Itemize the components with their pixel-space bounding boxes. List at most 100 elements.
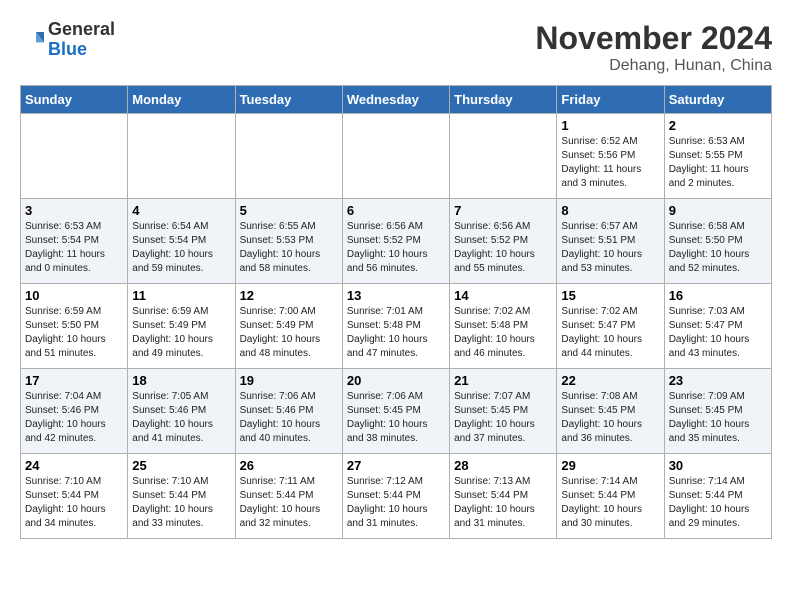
day-info: Sunrise: 7:08 AM Sunset: 5:45 PM Dayligh… xyxy=(561,390,659,446)
day-number: 17 xyxy=(25,373,123,388)
day-of-week-header: Saturday xyxy=(664,86,771,114)
calendar-cell: 4 Sunrise: 6:54 AM Sunset: 5:54 PM Daylig… xyxy=(128,199,235,284)
day-info: Sunrise: 7:13 AM Sunset: 5:44 PM Dayligh… xyxy=(454,475,552,531)
day-info: Sunrise: 7:02 AM Sunset: 5:47 PM Dayligh… xyxy=(561,305,659,361)
calendar-cell: 27Sunrise: 7:12 AM Sunset: 5:44 PM Dayli… xyxy=(342,454,449,539)
day-info: Sunrise: 7:06 AM Sunset: 5:46 PM Dayligh… xyxy=(240,390,338,446)
day-info: Sunrise: 7:10 AM Sunset: 5:44 PM Dayligh… xyxy=(132,475,230,531)
day-of-week-header: Sunday xyxy=(21,86,128,114)
calendar-cell xyxy=(21,114,128,199)
calendar-cell: 14 Sunrise: 7:02 AM Sunset: 5:48 PM Dayli… xyxy=(450,284,557,369)
day-info: Sunrise: 7:01 AM Sunset: 5:48 PM Dayligh… xyxy=(347,305,445,361)
day-info: Sunrise: 6:57 AM Sunset: 5:51 PM Dayligh… xyxy=(561,220,659,276)
day-number: 4 xyxy=(132,203,230,218)
day-number: 3 xyxy=(25,203,123,218)
day-number: 24 xyxy=(25,458,123,473)
day-number: 25 xyxy=(132,458,230,473)
calendar-cell xyxy=(235,114,342,199)
day-number: 22 xyxy=(561,373,659,388)
day-info: Sunrise: 7:10 AM Sunset: 5:44 PM Dayligh… xyxy=(25,475,123,531)
day-of-week-header: Wednesday xyxy=(342,86,449,114)
calendar-cell: 19 Sunrise: 7:06 AM Sunset: 5:46 PM Dayli… xyxy=(235,369,342,454)
day-number: 14 xyxy=(454,288,552,303)
calendar-cell: 23 Sunrise: 7:09 AM Sunset: 5:45 PM Dayli… xyxy=(664,369,771,454)
day-info: Sunrise: 6:58 AM Sunset: 5:50 PM Dayligh… xyxy=(669,220,767,276)
calendar-cell xyxy=(128,114,235,199)
calendar-cell: 1 Sunrise: 6:52 AM Sunset: 5:56 PM Daylig… xyxy=(557,114,664,199)
calendar-cell: 18Sunrise: 7:05 AM Sunset: 5:46 PM Dayli… xyxy=(128,369,235,454)
calendar-week-row: 1 Sunrise: 6:52 AM Sunset: 5:56 PM Daylig… xyxy=(21,114,772,199)
day-info: Sunrise: 7:06 AM Sunset: 5:45 PM Dayligh… xyxy=(347,390,445,446)
day-number: 13 xyxy=(347,288,445,303)
calendar-cell: 16Sunrise: 7:03 AM Sunset: 5:47 PM Dayli… xyxy=(664,284,771,369)
month-title: November 2024 xyxy=(535,20,772,57)
calendar-cell: 11Sunrise: 6:59 AM Sunset: 5:49 PM Dayli… xyxy=(128,284,235,369)
day-number: 26 xyxy=(240,458,338,473)
calendar-cell: 13 Sunrise: 7:01 AM Sunset: 5:48 PM Dayli… xyxy=(342,284,449,369)
calendar-cell: 24 Sunrise: 7:10 AM Sunset: 5:44 PM Dayli… xyxy=(21,454,128,539)
day-number: 5 xyxy=(240,203,338,218)
day-number: 20 xyxy=(347,373,445,388)
day-number: 19 xyxy=(240,373,338,388)
day-info: Sunrise: 7:14 AM Sunset: 5:44 PM Dayligh… xyxy=(561,475,659,531)
calendar-cell: 17 Sunrise: 7:04 AM Sunset: 5:46 PM Dayli… xyxy=(21,369,128,454)
calendar-cell: 28 Sunrise: 7:13 AM Sunset: 5:44 PM Dayli… xyxy=(450,454,557,539)
day-number: 9 xyxy=(669,203,767,218)
day-info: Sunrise: 6:52 AM Sunset: 5:56 PM Dayligh… xyxy=(561,135,659,191)
calendar-cell: 9 Sunrise: 6:58 AM Sunset: 5:50 PM Daylig… xyxy=(664,199,771,284)
logo-text: General Blue xyxy=(48,20,115,60)
day-info: Sunrise: 6:56 AM Sunset: 5:52 PM Dayligh… xyxy=(454,220,552,276)
calendar-cell: 2 Sunrise: 6:53 AM Sunset: 5:55 PM Daylig… xyxy=(664,114,771,199)
title-block: November 2024 Dehang, Hunan, China xyxy=(535,20,772,75)
day-number: 28 xyxy=(454,458,552,473)
day-number: 30 xyxy=(669,458,767,473)
logo: General Blue xyxy=(20,20,115,60)
day-number: 12 xyxy=(240,288,338,303)
day-info: Sunrise: 7:11 AM Sunset: 5:44 PM Dayligh… xyxy=(240,475,338,531)
day-of-week-header: Tuesday xyxy=(235,86,342,114)
day-info: Sunrise: 7:04 AM Sunset: 5:46 PM Dayligh… xyxy=(25,390,123,446)
calendar-week-row: 3 Sunrise: 6:53 AM Sunset: 5:54 PM Daylig… xyxy=(21,199,772,284)
day-info: Sunrise: 7:14 AM Sunset: 5:44 PM Dayligh… xyxy=(669,475,767,531)
calendar-cell: 21Sunrise: 7:07 AM Sunset: 5:45 PM Dayli… xyxy=(450,369,557,454)
calendar-table: SundayMondayTuesdayWednesdayThursdayFrid… xyxy=(20,85,772,539)
calendar-cell: 8Sunrise: 6:57 AM Sunset: 5:51 PM Daylig… xyxy=(557,199,664,284)
day-info: Sunrise: 7:09 AM Sunset: 5:45 PM Dayligh… xyxy=(669,390,767,446)
calendar-cell: 10Sunrise: 6:59 AM Sunset: 5:50 PM Dayli… xyxy=(21,284,128,369)
day-info: Sunrise: 7:12 AM Sunset: 5:44 PM Dayligh… xyxy=(347,475,445,531)
day-info: Sunrise: 6:55 AM Sunset: 5:53 PM Dayligh… xyxy=(240,220,338,276)
day-info: Sunrise: 6:59 AM Sunset: 5:50 PM Dayligh… xyxy=(25,305,123,361)
calendar-cell xyxy=(450,114,557,199)
calendar-cell: 30 Sunrise: 7:14 AM Sunset: 5:44 PM Dayli… xyxy=(664,454,771,539)
calendar-cell: 22 Sunrise: 7:08 AM Sunset: 5:45 PM Dayli… xyxy=(557,369,664,454)
calendar-cell: 5 Sunrise: 6:55 AM Sunset: 5:53 PM Daylig… xyxy=(235,199,342,284)
day-number: 15 xyxy=(561,288,659,303)
day-number: 23 xyxy=(669,373,767,388)
day-number: 2 xyxy=(669,118,767,133)
calendar-cell: 25 Sunrise: 7:10 AM Sunset: 5:44 PM Dayli… xyxy=(128,454,235,539)
day-number: 29 xyxy=(561,458,659,473)
calendar-cell: 3 Sunrise: 6:53 AM Sunset: 5:54 PM Daylig… xyxy=(21,199,128,284)
day-info: Sunrise: 6:56 AM Sunset: 5:52 PM Dayligh… xyxy=(347,220,445,276)
calendar-cell: 20 Sunrise: 7:06 AM Sunset: 5:45 PM Dayli… xyxy=(342,369,449,454)
day-info: Sunrise: 6:53 AM Sunset: 5:54 PM Dayligh… xyxy=(25,220,123,276)
day-info: Sunrise: 7:02 AM Sunset: 5:48 PM Dayligh… xyxy=(454,305,552,361)
day-info: Sunrise: 7:00 AM Sunset: 5:49 PM Dayligh… xyxy=(240,305,338,361)
calendar-cell xyxy=(342,114,449,199)
calendar-week-row: 10Sunrise: 6:59 AM Sunset: 5:50 PM Dayli… xyxy=(21,284,772,369)
calendar-header-row: SundayMondayTuesdayWednesdayThursdayFrid… xyxy=(21,86,772,114)
day-of-week-header: Friday xyxy=(557,86,664,114)
day-info: Sunrise: 6:59 AM Sunset: 5:49 PM Dayligh… xyxy=(132,305,230,361)
day-number: 1 xyxy=(561,118,659,133)
day-info: Sunrise: 7:05 AM Sunset: 5:46 PM Dayligh… xyxy=(132,390,230,446)
calendar-cell: 12 Sunrise: 7:00 AM Sunset: 5:49 PM Dayli… xyxy=(235,284,342,369)
day-info: Sunrise: 6:54 AM Sunset: 5:54 PM Dayligh… xyxy=(132,220,230,276)
calendar-cell: 7Sunrise: 6:56 AM Sunset: 5:52 PM Daylig… xyxy=(450,199,557,284)
day-number: 16 xyxy=(669,288,767,303)
day-info: Sunrise: 7:07 AM Sunset: 5:45 PM Dayligh… xyxy=(454,390,552,446)
calendar-week-row: 24 Sunrise: 7:10 AM Sunset: 5:44 PM Dayli… xyxy=(21,454,772,539)
calendar-cell: 15 Sunrise: 7:02 AM Sunset: 5:47 PM Dayli… xyxy=(557,284,664,369)
logo-icon xyxy=(20,28,44,52)
day-info: Sunrise: 6:53 AM Sunset: 5:55 PM Dayligh… xyxy=(669,135,767,191)
location: Dehang, Hunan, China xyxy=(535,57,772,75)
